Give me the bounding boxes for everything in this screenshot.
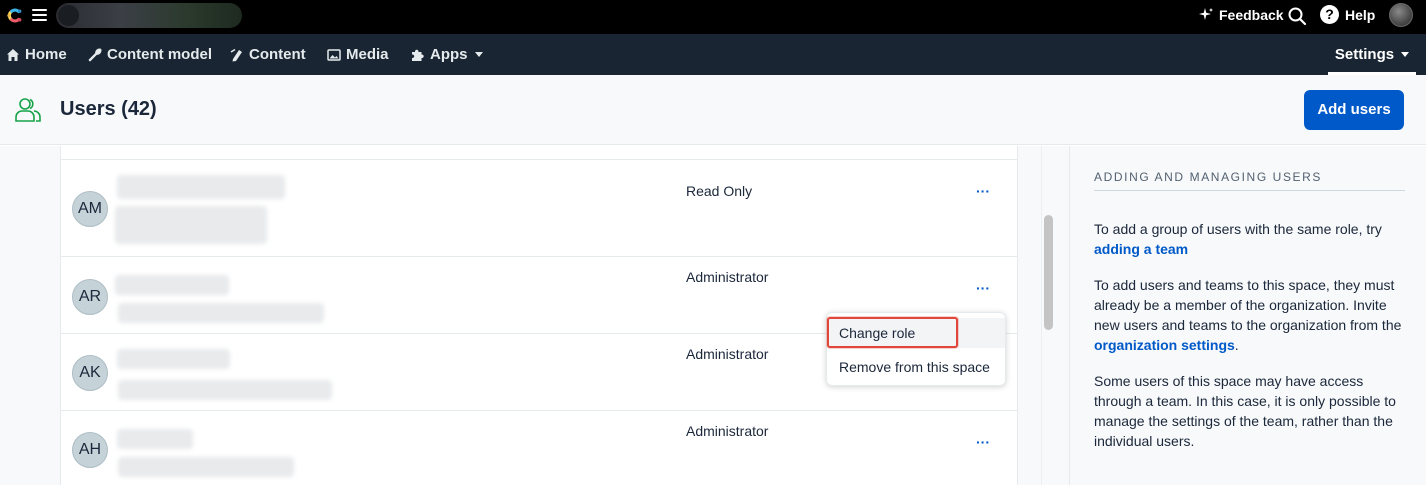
space-switcher[interactable] — [56, 3, 242, 28]
menu-icon[interactable] — [32, 9, 47, 22]
page-title: Users (42) — [60, 98, 157, 120]
sidebar-paragraph: To add users and teams to this space, th… — [1094, 275, 1414, 355]
sidebar-heading: ADDING AND MANAGING USERS — [1094, 170, 1405, 191]
nav-home-label: Home — [25, 46, 67, 63]
nav-content-model-label: Content model — [107, 46, 212, 63]
page-header: Users (42) Add users — [0, 75, 1426, 145]
contentful-logo-icon[interactable] — [5, 6, 24, 25]
sparkle-icon — [1199, 8, 1213, 20]
nav-content-model[interactable]: Content model — [88, 34, 212, 75]
home-icon — [7, 48, 19, 61]
feedback-button[interactable]: Feedback — [1198, 7, 1284, 23]
row-actions-button[interactable]: ··· — [973, 184, 993, 198]
user-role: Administrator — [686, 346, 769, 362]
users-icon — [15, 98, 41, 122]
feedback-label: Feedback — [1219, 7, 1284, 23]
sidebar-text: To add users and teams to this space, th… — [1094, 277, 1402, 333]
table-row: AH Administrator ··· — [61, 410, 1017, 485]
top-bar: Feedback ? Help — [0, 0, 1426, 34]
add-users-button[interactable]: Add users — [1304, 90, 1404, 130]
table-row: AM Read Only ··· — [61, 159, 1017, 256]
nav-content[interactable]: Content — [230, 34, 306, 75]
help-button[interactable]: ? Help — [1320, 5, 1375, 24]
user-email-redacted — [118, 303, 324, 323]
user-email-redacted — [118, 457, 294, 477]
nav-apps-label: Apps — [430, 46, 468, 63]
user-name-redacted — [117, 175, 285, 199]
row-actions-button[interactable]: ··· — [973, 435, 993, 449]
organization-settings-link[interactable]: organization settings — [1094, 337, 1235, 353]
sidebar-text: . — [1234, 337, 1239, 353]
avatar: AH — [72, 432, 108, 468]
user-role: Read Only — [686, 183, 753, 199]
sidebar-text: To add a group of users with the same ro… — [1094, 221, 1382, 237]
user-name-redacted — [117, 429, 193, 449]
nav-settings[interactable]: Settings — [1328, 34, 1416, 75]
user-avatar[interactable] — [1389, 3, 1413, 27]
sidebar-paragraph: Some users of this space may have access… — [1094, 371, 1414, 451]
user-role: Administrator — [686, 423, 769, 439]
user-role: Administrator — [686, 269, 769, 285]
help-sidebar: ADDING AND MANAGING USERS To add a group… — [1069, 146, 1426, 485]
chevron-down-icon — [1401, 52, 1410, 57]
user-email-redacted — [118, 380, 332, 400]
nav-media[interactable]: Media — [327, 34, 389, 75]
user-name-redacted — [117, 349, 230, 369]
search-icon[interactable] — [1287, 6, 1307, 26]
row-actions-button[interactable]: ··· — [973, 281, 993, 295]
menu-item-remove-from-space[interactable]: Remove from this space — [827, 352, 1005, 382]
avatar: AM — [72, 191, 108, 227]
help-icon: ? — [1320, 5, 1339, 24]
content-icon — [230, 48, 242, 61]
nav-media-label: Media — [346, 46, 389, 63]
wrench-icon — [88, 48, 102, 61]
main-nav: Home Content model Content Media Apps — [0, 34, 1426, 75]
scrollbar-thumb[interactable] — [1044, 215, 1053, 330]
sidebar-paragraph: To add a group of users with the same ro… — [1094, 219, 1414, 259]
nav-settings-label: Settings — [1334, 46, 1395, 63]
sidebar-text: Some users of this space may have access… — [1094, 373, 1396, 449]
avatar: AR — [72, 279, 108, 315]
puzzle-icon — [412, 49, 424, 61]
chevron-down-icon — [474, 52, 483, 57]
nav-content-label: Content — [249, 46, 306, 63]
highlight-annotation — [827, 317, 958, 348]
user-name-redacted — [115, 275, 229, 295]
nav-apps[interactable]: Apps — [410, 34, 483, 75]
avatar: AK — [72, 355, 108, 391]
nav-home[interactable]: Home — [6, 34, 67, 75]
user-email-redacted — [115, 206, 267, 244]
adding-team-link[interactable]: adding a team — [1094, 241, 1188, 257]
help-label: Help — [1345, 6, 1376, 23]
image-icon — [327, 48, 341, 61]
